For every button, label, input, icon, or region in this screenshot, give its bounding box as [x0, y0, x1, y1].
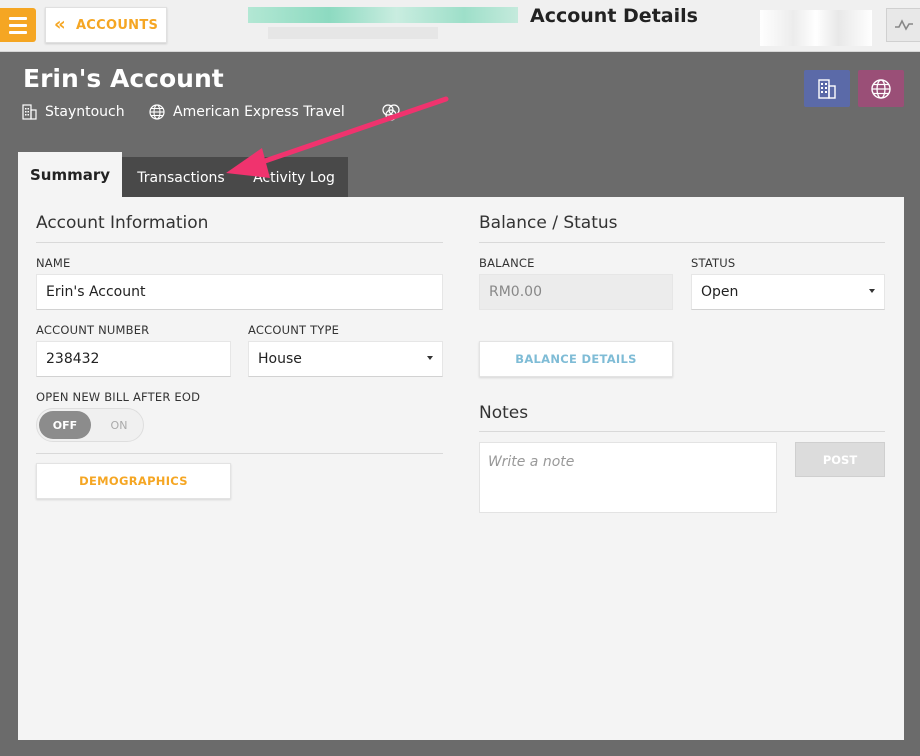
open-new-bill-toggle[interactable]: OFF ON: [36, 408, 144, 442]
open-new-bill-label: OPEN NEW BILL AFTER EOD: [36, 390, 201, 404]
account-number-label: ACCOUNT NUMBER: [36, 323, 150, 337]
account-name-input[interactable]: Erin's Account: [36, 274, 443, 310]
tab-activity-log[interactable]: Activity Log: [240, 157, 348, 198]
caret-down-icon: [869, 289, 875, 293]
note-textarea[interactable]: Write a note: [479, 442, 777, 513]
back-button-label: ACCOUNTS: [75, 17, 159, 33]
hamburger-menu-button[interactable]: [0, 8, 36, 42]
toggle-on-label: ON: [110, 418, 128, 432]
divider: [479, 431, 885, 432]
activity-graph-button[interactable]: [886, 8, 920, 42]
divider: [36, 453, 443, 454]
notes-heading: Notes: [479, 403, 529, 423]
divider: [36, 242, 443, 243]
post-note-button[interactable]: POST: [795, 442, 885, 477]
building-icon: [22, 104, 37, 120]
account-name-value: Erin's Account: [46, 284, 146, 300]
account-type-select[interactable]: House: [248, 341, 443, 377]
building-icon: [818, 78, 836, 99]
globe-icon: [149, 104, 165, 120]
account-type-value: House: [258, 351, 302, 367]
balance-status-heading: Balance / Status: [479, 213, 618, 233]
account-number-input[interactable]: 238432: [36, 341, 231, 377]
linked-circles-icon: [382, 104, 400, 121]
toggle-off-knob: OFF: [39, 411, 91, 439]
redacted-text: [268, 27, 438, 39]
travel-agent-card-button[interactable]: [858, 70, 904, 107]
double-chevron-left-icon: «: [54, 14, 66, 35]
pulse-line-icon: [895, 19, 913, 31]
company-card-button[interactable]: [804, 70, 850, 107]
balance-value: RM0.00: [489, 284, 542, 300]
status-label: STATUS: [691, 256, 736, 270]
account-number-value: 238432: [46, 351, 100, 367]
account-name-heading: Erin's Account: [23, 64, 224, 93]
linked-circles-icon-wrap: [380, 102, 404, 122]
company-name: Stayntouch: [45, 104, 125, 120]
back-to-accounts-button[interactable]: « ACCOUNTS: [45, 7, 167, 43]
account-type-label: ACCOUNT TYPE: [248, 323, 340, 337]
account-information-heading: Account Information: [36, 213, 209, 233]
redacted-user-info: [760, 10, 872, 46]
name-label: NAME: [36, 256, 71, 270]
status-value: Open: [701, 284, 739, 300]
caret-down-icon: [427, 356, 433, 360]
status-select[interactable]: Open: [691, 274, 885, 310]
top-bar: « ACCOUNTS Account Details: [0, 0, 920, 52]
redacted-text: [248, 7, 518, 23]
travel-agent-info: American Express Travel: [149, 104, 345, 120]
demographics-button[interactable]: DEMOGRAPHICS: [36, 463, 231, 499]
divider: [479, 242, 885, 243]
tab-transactions[interactable]: Transactions: [122, 157, 240, 198]
balance-label: BALANCE: [479, 256, 535, 270]
balance-details-button[interactable]: BALANCE DETAILS: [479, 341, 673, 377]
company-info: Stayntouch: [22, 104, 125, 120]
hamburger-icon: [9, 16, 27, 20]
page-title: Account Details: [530, 5, 698, 27]
balance-field: RM0.00: [479, 274, 673, 310]
tab-summary[interactable]: Summary: [18, 152, 122, 198]
globe-icon: [871, 78, 891, 99]
travel-agent-name: American Express Travel: [173, 104, 345, 120]
